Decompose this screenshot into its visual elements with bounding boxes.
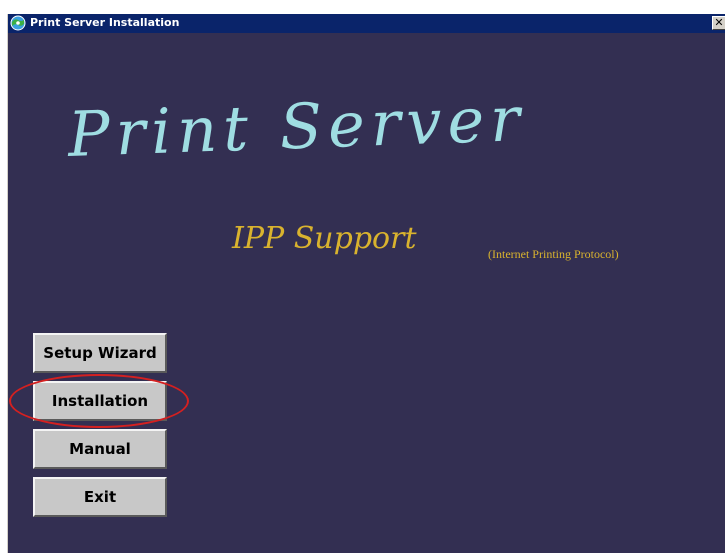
client-area: Print Server IPP Support (Internet Print… [8, 33, 725, 553]
brand-title: Print Server [66, 82, 527, 171]
installation-button[interactable]: Installation [33, 381, 167, 421]
brand-subtitle: IPP Support [232, 221, 417, 256]
installer-window: Print Server Installation ✕ Print Server… [7, 14, 725, 553]
close-button[interactable]: ✕ [712, 16, 725, 30]
title-bar[interactable]: Print Server Installation ✕ [8, 14, 725, 33]
window-title: Print Server Installation [30, 16, 180, 29]
exit-button[interactable]: Exit [33, 477, 167, 517]
brand-protocol: (Internet Printing Protocol) [488, 247, 619, 261]
setup-wizard-button[interactable]: Setup Wizard [33, 333, 167, 373]
manual-button[interactable]: Manual [33, 429, 167, 469]
close-icon: ✕ [714, 16, 724, 29]
cd-globe-icon [10, 15, 26, 31]
